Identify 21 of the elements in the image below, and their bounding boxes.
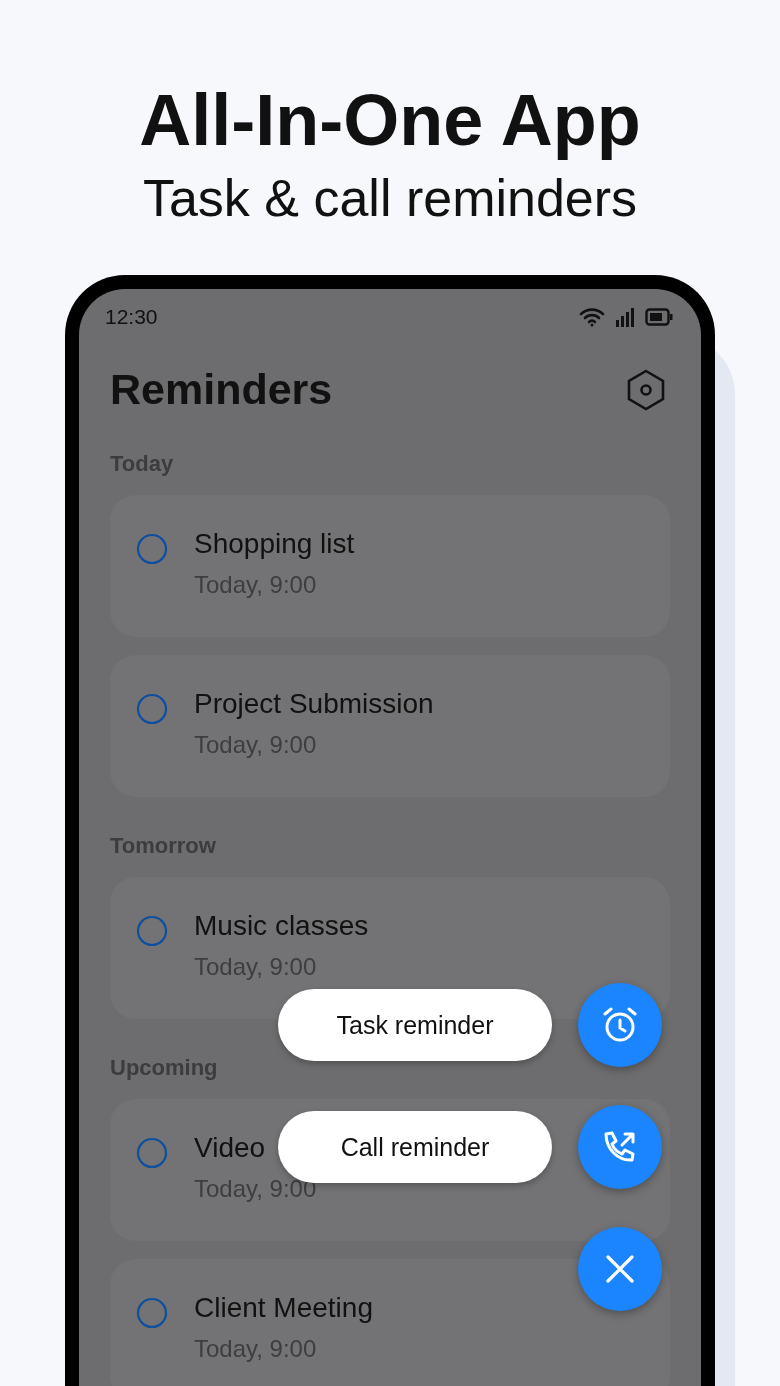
battery-icon [645, 308, 673, 326]
reminder-title: Client Meeting [194, 1293, 373, 1323]
signal-icon [615, 307, 635, 327]
checkbox[interactable] [136, 693, 168, 725]
close-icon [604, 1253, 636, 1285]
headline: All-In-One App [139, 79, 641, 162]
reminder-title: Music classes [194, 911, 369, 941]
status-time: 12:30 [105, 305, 158, 329]
reminder-title: Project Submission [194, 689, 434, 719]
checkbox[interactable] [136, 915, 168, 947]
wifi-icon [579, 307, 605, 327]
reminder-title: Video [194, 1133, 267, 1163]
reminder-option-menu[interactable]: Task reminder [278, 989, 552, 1061]
checkbox[interactable] [136, 533, 168, 565]
reminder-title: Shopping list [194, 529, 355, 559]
checkbox[interactable] [136, 1137, 168, 1169]
checkbox[interactable] [136, 1297, 168, 1329]
fab-action-menu[interactable] [578, 983, 662, 1067]
subheadline: Task & call reminders [142, 168, 638, 229]
settings-icon[interactable] [625, 368, 667, 411]
screen-title: Reminders [110, 365, 333, 414]
